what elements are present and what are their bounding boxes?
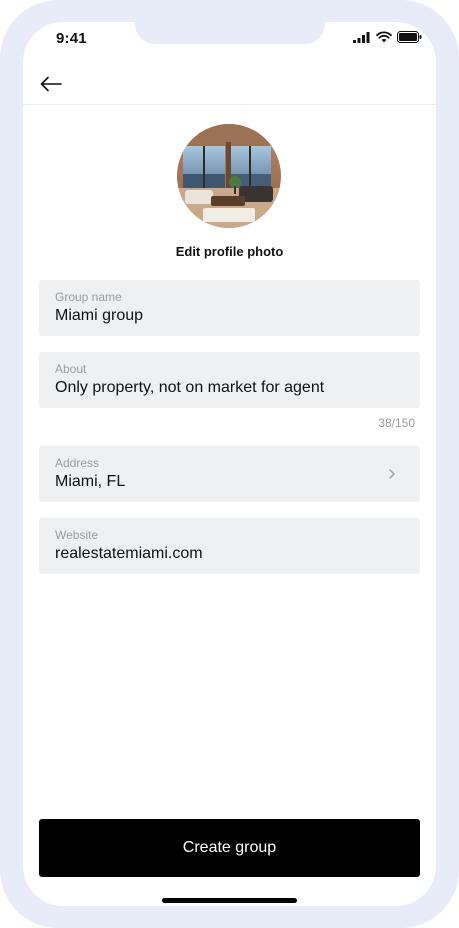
wifi-icon	[376, 31, 392, 43]
profile-photo[interactable]	[177, 124, 281, 228]
header-divider	[23, 104, 436, 105]
battery-icon	[397, 31, 422, 43]
about-value[interactable]: Only property, not on market for agent	[55, 377, 404, 399]
back-button[interactable]	[37, 70, 65, 98]
about-char-counter: 38/150	[378, 416, 415, 430]
address-field[interactable]: Address Miami, FL	[39, 446, 420, 502]
device-notch	[135, 22, 325, 44]
about-label: About	[55, 362, 87, 376]
website-value[interactable]: realestatemiami.com	[55, 543, 404, 565]
room-photo	[177, 124, 281, 228]
status-time: 9:41	[56, 30, 87, 47]
website-label: Website	[55, 528, 99, 542]
status-icons	[353, 31, 422, 43]
device-frame: 9:41 Edit profile photo Group name Miami…	[0, 0, 459, 928]
group-name-value[interactable]: Miami group	[55, 305, 404, 327]
address-value: Miami, FL	[55, 473, 126, 490]
group-name-field[interactable]: Group name Miami group	[39, 280, 420, 336]
app-screen: 9:41 Edit profile photo Group name Miami…	[23, 22, 436, 906]
group-name-label: Group name	[55, 290, 122, 304]
arrow-left-icon	[40, 76, 62, 92]
edit-profile-photo-link[interactable]: Edit profile photo	[23, 244, 436, 259]
about-field[interactable]: About Only property, not on market for a…	[39, 352, 420, 408]
address-label: Address	[55, 456, 100, 470]
home-indicator	[162, 898, 297, 903]
cellular-signal-icon	[353, 31, 370, 43]
website-field[interactable]: Website realestatemiami.com	[39, 518, 420, 574]
chevron-right-icon	[389, 469, 395, 479]
create-group-button[interactable]: Create group	[39, 819, 420, 877]
